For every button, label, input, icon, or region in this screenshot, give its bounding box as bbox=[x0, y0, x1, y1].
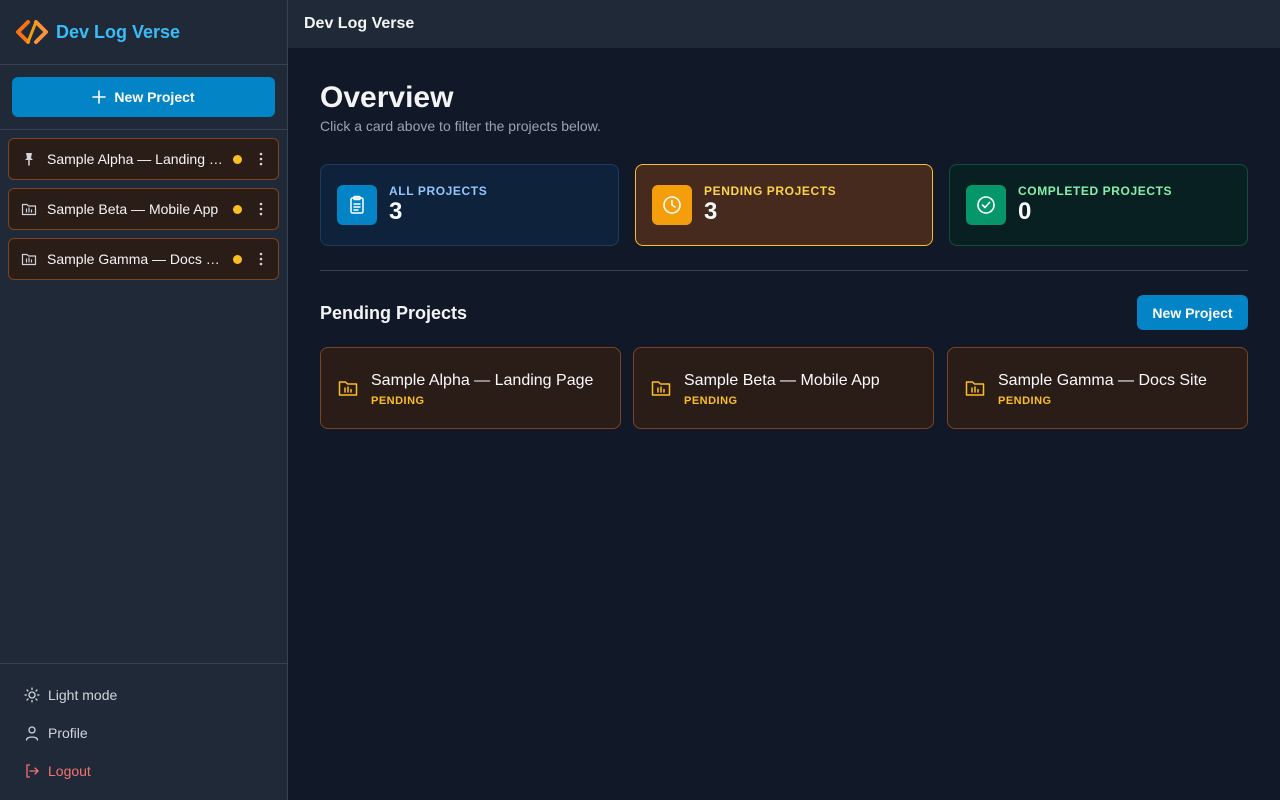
brand-name: Dev Log Verse bbox=[56, 21, 181, 42]
top-bar: Dev Log Verse bbox=[288, 0, 1280, 48]
sidebar-project-label: Sample Beta — Mobile App bbox=[47, 201, 219, 217]
more-vertical-icon[interactable] bbox=[252, 150, 270, 168]
project-card[interactable]: Sample Alpha — Landing Page PENDING bbox=[320, 347, 621, 429]
pin-icon bbox=[25, 153, 33, 166]
sidebar-divider bbox=[0, 129, 287, 130]
sun-icon bbox=[24, 687, 40, 703]
project-card-status: PENDING bbox=[998, 394, 1052, 407]
page-subtitle: Click a card above to filter the project… bbox=[320, 118, 601, 134]
pending-projects-card[interactable]: PENDING PROJECTS 3 bbox=[635, 164, 933, 246]
profile-label: Profile bbox=[48, 725, 88, 741]
pending-projects-count: 3 bbox=[704, 198, 718, 225]
project-card-status: PENDING bbox=[371, 394, 425, 407]
pending-status-dot bbox=[233, 204, 242, 214]
sidebar-project-label: Sample Gamma — Docs Site bbox=[47, 251, 223, 267]
all-projects-label: ALL PROJECTS bbox=[389, 184, 488, 198]
topbar-title: Dev Log Verse bbox=[304, 15, 415, 32]
project-cards: Sample Alpha — Landing Page PENDING Samp… bbox=[320, 347, 1248, 429]
completed-projects-count: 0 bbox=[1018, 198, 1032, 225]
folder-chart-icon bbox=[21, 253, 37, 266]
plus-icon bbox=[92, 90, 107, 104]
code-brackets-logo-icon bbox=[16, 20, 48, 44]
project-card-status: PENDING bbox=[684, 394, 738, 407]
project-card[interactable]: Sample Beta — Mobile App PENDING bbox=[633, 347, 934, 429]
sidebar-project-item[interactable]: Sample Beta — Mobile App bbox=[8, 188, 279, 230]
sidebar-project-item[interactable]: Sample Gamma — Docs Site bbox=[8, 238, 279, 280]
sidebar-project-item[interactable]: Sample Alpha — Landing Page bbox=[8, 138, 279, 180]
folder-chart-icon bbox=[651, 381, 671, 396]
clock-icon bbox=[663, 196, 681, 214]
sidebar-new-project-label: New Project bbox=[114, 89, 195, 105]
completed-projects-card[interactable]: COMPLETED PROJECTS 0 bbox=[949, 164, 1248, 246]
profile-link[interactable]: Profile bbox=[0, 714, 287, 752]
folder-chart-icon bbox=[21, 203, 37, 216]
check-circle-icon-badge bbox=[966, 185, 1006, 225]
folder-chart-icon bbox=[338, 381, 358, 396]
user-icon bbox=[25, 726, 39, 741]
project-card[interactable]: Sample Gamma — Docs Site PENDING bbox=[947, 347, 1248, 429]
pending-status-dot bbox=[233, 254, 242, 264]
section-title: Pending Projects bbox=[320, 303, 468, 323]
more-vertical-icon[interactable] bbox=[252, 200, 270, 218]
sidebar: Dev Log Verse New Project Sample Alpha —… bbox=[0, 0, 288, 800]
folder-chart-icon bbox=[965, 381, 985, 396]
sidebar-project-label: Sample Alpha — Landing Page bbox=[47, 151, 223, 167]
completed-projects-label: COMPLETED PROJECTS bbox=[1018, 184, 1173, 198]
theme-toggle-button[interactable]: Light mode bbox=[0, 676, 287, 714]
all-projects-card[interactable]: ALL PROJECTS 3 bbox=[320, 164, 619, 246]
project-card-title: Sample Gamma — Docs Site bbox=[998, 371, 1207, 389]
logout-button[interactable]: Logout bbox=[0, 752, 287, 790]
sidebar-footer: Light mode Profile Logout bbox=[0, 663, 287, 790]
clipboard-icon-badge bbox=[337, 185, 377, 225]
new-project-button[interactable]: New Project bbox=[1137, 295, 1248, 330]
project-card-title: Sample Beta — Mobile App bbox=[684, 371, 880, 389]
logout-icon bbox=[26, 764, 39, 778]
sidebar-project-list: Sample Alpha — Landing Page Sample Beta … bbox=[8, 138, 279, 288]
section-header: Pending Projects New Project bbox=[320, 295, 1248, 331]
section-divider bbox=[320, 270, 1248, 271]
logout-label: Logout bbox=[48, 763, 91, 779]
stats-cards: ALL PROJECTS 3 PENDING PROJECTS 3 COMPLE… bbox=[320, 164, 1248, 246]
pending-projects-label: PENDING PROJECTS bbox=[704, 184, 837, 198]
clock-icon-badge bbox=[652, 185, 692, 225]
pending-status-dot bbox=[233, 154, 242, 164]
more-vertical-icon[interactable] bbox=[252, 250, 270, 268]
brand[interactable]: Dev Log Verse bbox=[0, 0, 287, 65]
sidebar-new-project-button[interactable]: New Project bbox=[12, 77, 275, 117]
check-circle-icon bbox=[977, 196, 995, 214]
theme-toggle-label: Light mode bbox=[48, 687, 118, 703]
main-content: Overview Click a card above to filter th… bbox=[320, 80, 1248, 429]
page-title: Overview bbox=[320, 81, 454, 114]
all-projects-count: 3 bbox=[389, 198, 403, 225]
project-card-title: Sample Alpha — Landing Page bbox=[371, 371, 594, 389]
clipboard-icon bbox=[350, 195, 364, 214]
